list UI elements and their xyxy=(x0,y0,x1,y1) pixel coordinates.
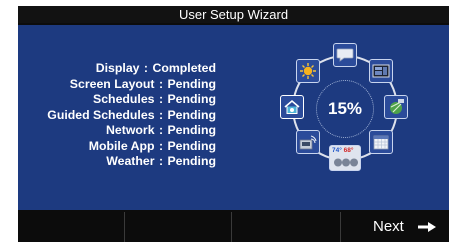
step-label: Display xyxy=(95,61,140,75)
thermostat-icon: 74° 68° xyxy=(329,145,361,171)
step-status: Pending xyxy=(167,107,216,122)
status-item-schedules: Schedules : Pending xyxy=(18,92,216,108)
step-label: Weather xyxy=(106,154,155,168)
separator: : xyxy=(158,76,164,91)
step-label: Network xyxy=(106,123,155,137)
step-status: Pending xyxy=(167,92,216,106)
temp-low: 68° xyxy=(343,147,354,154)
status-item-screen-layout: Screen Layout : Pending xyxy=(18,77,216,93)
bottom-button-1[interactable] xyxy=(18,212,123,242)
step-label: Mobile App xyxy=(88,138,155,153)
status-item-display: Display : Completed xyxy=(18,61,216,77)
separator: : xyxy=(158,154,164,168)
wizard-screen: User Setup Wizard Display : Completed Sc… xyxy=(18,6,449,242)
status-item-weather: Weather : Pending xyxy=(18,154,216,170)
calendar-icon xyxy=(369,130,393,154)
step-status: Pending xyxy=(167,154,216,168)
next-label: Next xyxy=(373,218,404,235)
step-label: Screen Layout xyxy=(69,76,155,91)
bottom-button-bar: Next xyxy=(18,212,449,242)
separator: : xyxy=(158,107,164,122)
bottom-button-2[interactable] xyxy=(125,212,231,242)
setup-status-list: Display : Completed Screen Layout : Pend… xyxy=(18,61,216,170)
status-item-network: Network : Pending xyxy=(18,123,216,139)
separator: : xyxy=(158,123,164,137)
screen-layout-icon xyxy=(369,59,393,83)
step-status: Pending xyxy=(167,138,216,153)
setup-progress-diagram: 15% 74° 68° xyxy=(270,43,420,205)
status-item-guided-schedules: Guided Schedules : Pending xyxy=(18,108,216,124)
separator: : xyxy=(158,138,164,153)
separator: : xyxy=(158,92,164,106)
separator: : xyxy=(143,61,149,75)
step-status: Pending xyxy=(167,76,216,91)
home-icon xyxy=(280,95,304,119)
progress-percent: 15% xyxy=(327,99,363,118)
step-status: Completed xyxy=(152,61,216,75)
arrow-right-icon xyxy=(418,222,436,232)
main-panel: Display : Completed Screen Layout : Pend… xyxy=(18,25,449,210)
step-status: Pending xyxy=(167,123,216,137)
wifi-device-icon xyxy=(296,130,320,154)
temp-high: 74° xyxy=(332,147,342,154)
wizard-title: User Setup Wizard xyxy=(18,6,449,23)
network-sat-icon xyxy=(384,95,408,119)
bottom-button-3[interactable] xyxy=(232,212,340,242)
step-label: Guided Schedules xyxy=(47,107,155,122)
step-label: Schedules xyxy=(93,92,155,106)
divider xyxy=(340,212,341,242)
next-button[interactable]: Next xyxy=(356,212,449,242)
speech-bubble-icon xyxy=(333,43,357,67)
sun-icon xyxy=(296,59,320,83)
status-item-mobile-app: Mobile App : Pending xyxy=(18,139,216,155)
